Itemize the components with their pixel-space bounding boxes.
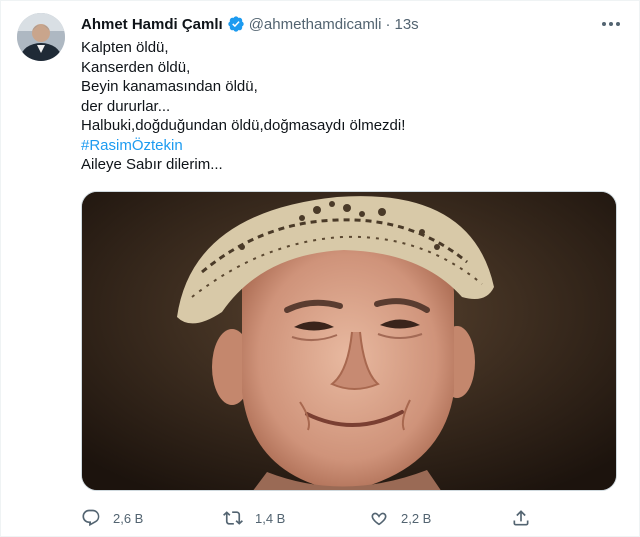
hashtag-link[interactable]: #RasimÖztekin bbox=[81, 136, 615, 156]
tweet-card[interactable]: Ahmet Hamdi Çamlı @ahmethamdicamli · 13s… bbox=[0, 0, 640, 537]
verified-icon bbox=[227, 15, 245, 33]
tweet-line: Kalpten öldü, bbox=[81, 39, 169, 56]
like-button[interactable]: 2,2 B bbox=[369, 504, 431, 532]
retweet-count: 1,4 B bbox=[255, 510, 286, 526]
share-icon bbox=[513, 510, 529, 526]
like-icon bbox=[371, 512, 387, 526]
tweet-line: Halbuki,doğduğundan öldü,doğmasaydı ölme… bbox=[81, 117, 406, 134]
tweet-header: Ahmet Hamdi Çamlı @ahmethamdicamli · 13s bbox=[81, 13, 623, 35]
tweet-photo[interactable] bbox=[81, 191, 617, 491]
retweet-icon bbox=[223, 511, 243, 525]
tweet-line: Kanserden öldü, bbox=[81, 58, 191, 76]
tweet-actions: 2,6 B 1,4 B 2,2 B bbox=[81, 504, 541, 532]
tweet-line: Aileye Sabır dilerim... bbox=[81, 156, 223, 173]
timestamp[interactable]: 13s bbox=[394, 16, 418, 33]
avatar[interactable] bbox=[17, 13, 65, 61]
author-handle[interactable]: @ahmethamdicamli bbox=[249, 16, 382, 33]
reply-button[interactable]: 2,6 B bbox=[81, 504, 143, 532]
tweet-line: Beyin kanamasından öldü, bbox=[81, 78, 258, 95]
more-icon[interactable] bbox=[599, 15, 623, 33]
like-count: 2,2 B bbox=[401, 510, 432, 526]
separator-dot: · bbox=[385, 15, 391, 33]
tweet-text: Kalpten öldü, Kanserden öldü, Beyin kana… bbox=[81, 38, 615, 175]
retweet-button[interactable]: 1,4 B bbox=[223, 504, 285, 532]
reply-icon bbox=[82, 509, 100, 527]
tweet-line: der dururlar... bbox=[81, 97, 171, 115]
author-name[interactable]: Ahmet Hamdi Çamlı bbox=[81, 16, 223, 33]
share-button[interactable] bbox=[511, 504, 543, 532]
reply-count: 2,6 B bbox=[113, 510, 144, 526]
